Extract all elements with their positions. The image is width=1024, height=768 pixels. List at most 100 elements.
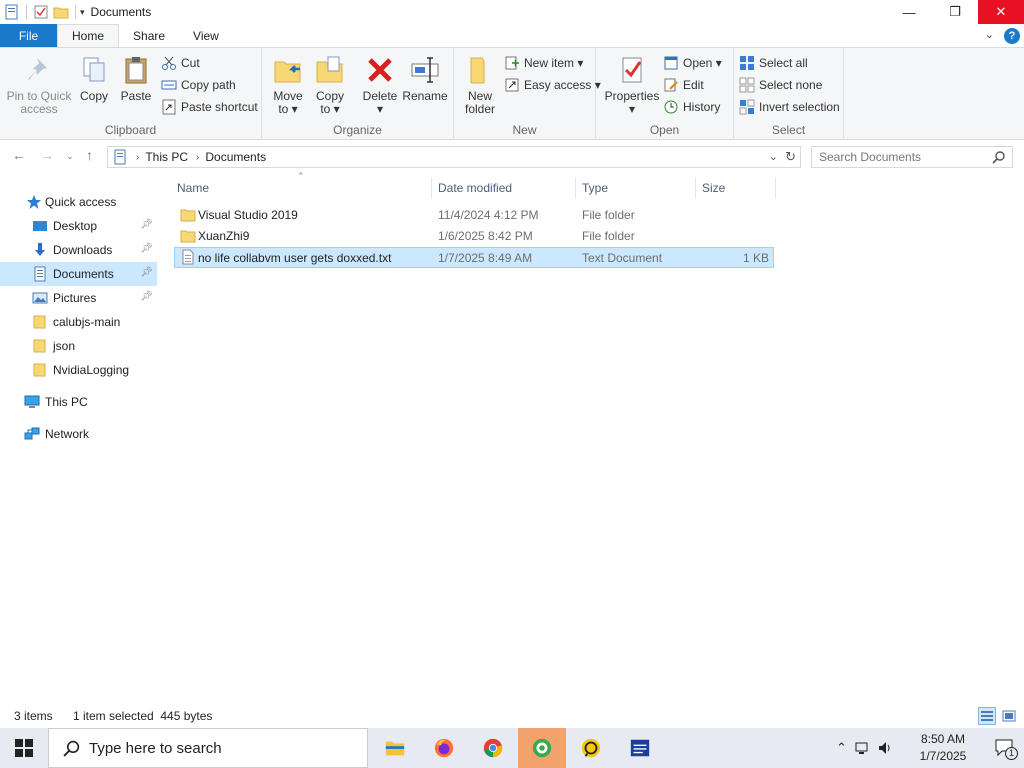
address-dropdown-icon[interactable]: ⌄ xyxy=(769,150,778,163)
column-header-size[interactable]: Size xyxy=(696,177,776,199)
taskbar-search-input[interactable]: Type here to search xyxy=(89,740,222,757)
history-button[interactable]: History xyxy=(663,97,720,117)
pin-icon[interactable]: 📌︎ xyxy=(140,243,153,254)
easy-access-button[interactable]: Easy access ▾ xyxy=(504,75,601,95)
sidebar-item-pictures[interactable]: Pictures 📌︎ xyxy=(0,286,157,310)
sidebar-item-quick-access[interactable]: Quick access xyxy=(0,190,157,214)
sidebar-item-desktop[interactable]: Desktop 📌︎ xyxy=(0,214,157,238)
new-folder-button[interactable]: New folder xyxy=(460,54,500,116)
file-type: File folder xyxy=(582,208,635,222)
yellow-app-taskbar-button[interactable] xyxy=(567,728,615,768)
pin-icon[interactable]: 📌︎ xyxy=(140,219,153,230)
breadcrumb-documents[interactable]: Documents xyxy=(205,150,266,164)
rename-button[interactable]: Rename xyxy=(402,54,448,103)
help-icon[interactable]: ? xyxy=(1004,28,1020,44)
folder-icon xyxy=(33,363,46,377)
edit-button[interactable]: Edit xyxy=(663,75,704,95)
delete-button[interactable]: Delete ▾ xyxy=(360,54,400,116)
sidebar-item-json[interactable]: json xyxy=(0,334,157,358)
paste-button[interactable]: Paste xyxy=(118,54,154,103)
move-to-button[interactable]: Move to ▾ xyxy=(268,54,308,116)
maximize-button[interactable]: ❐ xyxy=(932,0,978,24)
breadcrumb-this-pc[interactable]: This PC xyxy=(145,150,188,164)
column-header-date-modified[interactable]: Date modified xyxy=(432,177,576,199)
breadcrumb-separator[interactable]: › xyxy=(196,152,199,163)
sidebar-item-calubjs-main[interactable]: calubjs-main xyxy=(0,310,157,334)
file-name: Visual Studio 2019 xyxy=(198,208,298,222)
copy-to-button[interactable]: Copy to ▾ xyxy=(310,54,350,116)
column-header-type[interactable]: Type xyxy=(576,177,696,199)
file-row[interactable]: Visual Studio 2019 11/4/2024 4:12 PM Fil… xyxy=(174,205,774,226)
copy-path-button[interactable]: Copy path xyxy=(161,75,236,95)
taskbar-clock[interactable]: 8:50 AM 1/7/2025 xyxy=(908,731,978,765)
show-hidden-icons-icon[interactable]: ⌃ xyxy=(836,740,847,756)
tab-share[interactable]: Share xyxy=(119,24,179,47)
start-button[interactable] xyxy=(0,728,48,768)
select-all-button[interactable]: Select all xyxy=(739,53,808,73)
blue-app-taskbar-button[interactable] xyxy=(616,728,664,768)
recent-locations-icon[interactable]: ⌄ xyxy=(66,151,74,162)
taskbar-search-box[interactable]: Type here to search xyxy=(48,728,368,768)
customize-toolbar-icon[interactable]: ▾ xyxy=(80,7,85,18)
clipboard-group-label: Clipboard xyxy=(104,123,157,137)
firefox-taskbar-button[interactable] xyxy=(420,728,468,768)
open-button[interactable]: Open ▾ xyxy=(663,53,722,73)
refresh-icon[interactable]: ↻ xyxy=(785,149,796,165)
yellow-app-icon xyxy=(581,738,601,758)
search-box[interactable]: Search Documents xyxy=(811,146,1013,168)
volume-icon[interactable] xyxy=(877,740,893,756)
system-tray: ⌃ xyxy=(836,728,893,768)
network-icon xyxy=(24,427,40,440)
new-folder-icon xyxy=(470,57,485,84)
window-title: Documents xyxy=(90,5,152,19)
star-icon xyxy=(27,195,41,209)
search-icon[interactable] xyxy=(992,150,1006,164)
file-row[interactable]: XuanZhi9 1/6/2025 8:42 PM File folder xyxy=(174,226,774,247)
address-bar[interactable]: › This PC › Documents ⌄ ↻ xyxy=(107,146,801,168)
rename-icon xyxy=(411,57,439,83)
select-none-button[interactable]: Select none xyxy=(739,75,822,95)
minimize-button[interactable]: — xyxy=(886,0,932,24)
properties-button[interactable]: Properties ▾ xyxy=(602,54,662,116)
sidebar-item-this-pc[interactable]: This PC xyxy=(0,390,157,414)
cut-button[interactable]: Cut xyxy=(161,53,200,73)
tab-home[interactable]: Home xyxy=(57,24,120,47)
file-date-modified: 11/4/2024 4:12 PM xyxy=(438,208,539,222)
properties-quick-icon[interactable] xyxy=(33,4,49,20)
file-row-selected[interactable]: no life collabvm user gets doxxed.txt 1/… xyxy=(174,247,774,268)
column-header-name[interactable]: Name xyxy=(160,177,432,199)
action-center-button[interactable]: 1 xyxy=(994,738,1018,760)
chrome-taskbar-button[interactable] xyxy=(469,728,517,768)
explorer-window-icon[interactable] xyxy=(4,4,20,20)
copy-button[interactable]: Copy xyxy=(76,54,112,103)
sidebar-item-nvidialogging[interactable]: NvidiaLogging xyxy=(0,358,157,382)
network-status-icon[interactable] xyxy=(855,740,871,756)
paste-shortcut-button[interactable]: Paste shortcut xyxy=(161,97,258,117)
tab-view[interactable]: View xyxy=(179,24,233,47)
breadcrumb-separator[interactable]: › xyxy=(136,152,139,163)
tab-file[interactable]: File xyxy=(0,24,57,47)
selection-info: 1 item selected 445 bytes xyxy=(73,709,213,723)
invert-selection-button[interactable]: Invert selection xyxy=(739,97,840,117)
sidebar-item-network[interactable]: Network xyxy=(0,422,157,446)
file-explorer-taskbar-button[interactable] xyxy=(371,728,419,768)
chevron-down-icon[interactable]: ⌄ xyxy=(985,28,994,41)
pin-icon[interactable]: 📌︎ xyxy=(140,291,153,302)
pin-to-quick-access-button[interactable]: Pin to Quick access xyxy=(6,54,72,116)
sidebar-item-downloads[interactable]: Downloads 📌︎ xyxy=(0,238,157,262)
paste-shortcut-icon xyxy=(162,99,176,115)
file-name: XuanZhi9 xyxy=(198,229,250,243)
new-folder-quick-icon[interactable] xyxy=(53,4,69,20)
toolbar-divider xyxy=(26,5,27,19)
forward-arrow-icon[interactable]: → xyxy=(40,147,54,163)
back-arrow-icon[interactable]: ← xyxy=(12,147,26,163)
details-view-button[interactable] xyxy=(978,707,996,725)
large-icons-view-button[interactable] xyxy=(1000,707,1018,725)
pin-icon[interactable]: 📌︎ xyxy=(140,267,153,278)
sidebar-item-documents[interactable]: Documents 📌︎ xyxy=(0,262,157,286)
search-input[interactable]: Search Documents xyxy=(819,150,921,164)
close-button[interactable]: ✕ xyxy=(978,0,1024,24)
green-app-taskbar-button[interactable] xyxy=(518,728,566,768)
new-item-button[interactable]: New item ▾ xyxy=(504,53,583,73)
up-arrow-icon[interactable]: ↑ xyxy=(86,147,93,163)
